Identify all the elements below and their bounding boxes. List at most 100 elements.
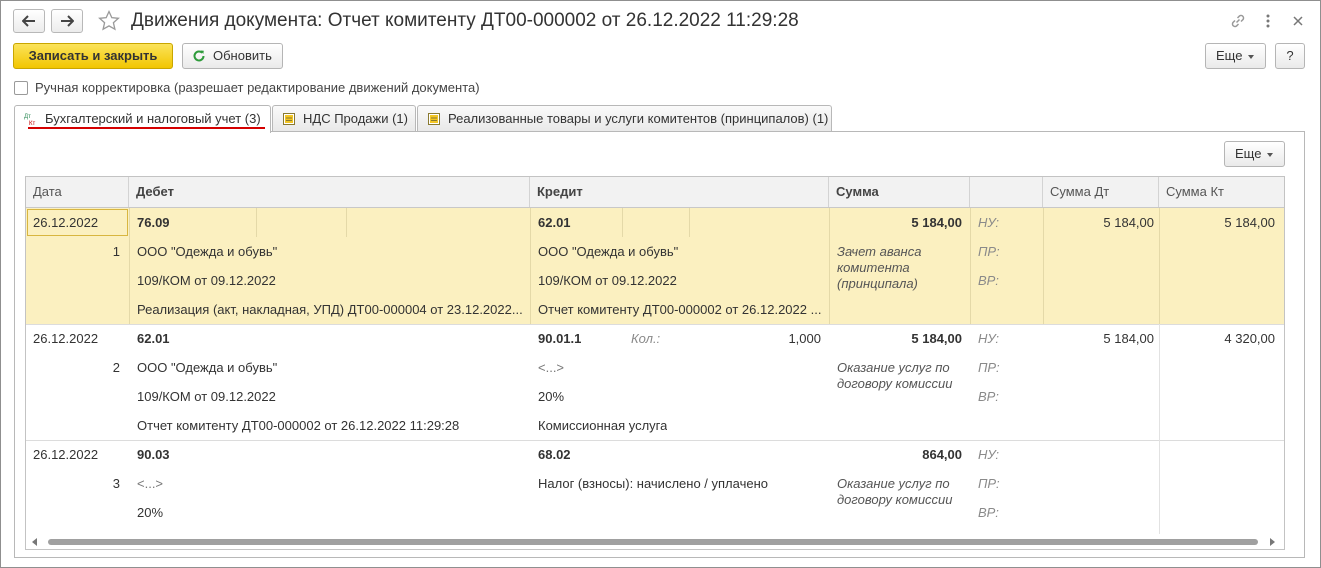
column-separator [129, 208, 130, 324]
debit-subconto: 20% [137, 505, 164, 520]
tax-pr-label: ПР: [978, 360, 1000, 375]
tax-nu-label: НУ: [978, 215, 1000, 230]
tax-vr-label: ВР: [978, 505, 999, 520]
tax-nu-label: НУ: [978, 331, 1000, 346]
debit-account: 90.03 [137, 447, 170, 462]
tab-label: Реализованные товары и услуги комитентов… [448, 111, 829, 126]
sum-kt-cell: 4 320,00 [1224, 331, 1275, 346]
tax-vr-label: ВР: [978, 273, 999, 288]
save-and-close-button[interactable]: Записать и закрыть [13, 43, 173, 69]
amount-cell: 5 184,00 [911, 215, 962, 230]
column-header-sum-dt[interactable]: Сумма Дт [1043, 177, 1159, 207]
window-title: Движения документа: Отчет комитенту ДТ00… [131, 10, 799, 31]
column-separator [689, 208, 690, 237]
forward-button[interactable] [51, 9, 83, 33]
date-cell: 26.12.2022 [33, 447, 99, 462]
chevron-down-icon [1248, 54, 1255, 59]
column-header-tax-type[interactable] [970, 177, 1043, 207]
debit-subconto: ООО "Одежда и обувь" [137, 360, 278, 375]
table-more-button[interactable]: Еще [1224, 141, 1285, 167]
credit-subconto: <...> [538, 360, 565, 375]
close-icon[interactable] [1288, 11, 1308, 31]
table-more-label: Еще [1235, 146, 1262, 161]
amount-cell: 5 184,00 [911, 331, 962, 346]
quantity-label: Кол.: [631, 331, 661, 346]
table-header: Дата Дебет Кредит Сумма Сумма Дт Сумма К… [26, 177, 1284, 208]
sum-dt-cell: 5 184,00 [1103, 215, 1154, 230]
credit-subconto: 20% [538, 389, 565, 404]
debit-subconto: 109/КОМ от 09.12.2022 [137, 389, 276, 404]
svg-text:Кт: Кт [29, 121, 35, 126]
column-separator [346, 208, 347, 237]
credit-subconto: ООО "Одежда и обувь" [538, 244, 679, 259]
scrollbar-thumb[interactable] [48, 539, 1258, 545]
row-number: 2 [112, 360, 120, 375]
debit-account: 62.01 [137, 331, 170, 346]
operation-content: Оказание услуг по договору комиссии [837, 360, 953, 391]
sum-kt-cell: 5 184,00 [1224, 215, 1275, 230]
arrow-right-icon [61, 15, 74, 27]
active-tab-underline [28, 127, 265, 129]
scroll-left-icon[interactable] [32, 538, 38, 546]
row-number: 1 [112, 244, 120, 259]
debit-subconto: Реализация (акт, накладная, УПД) ДТ00-00… [137, 302, 523, 317]
debit-subconto: Отчет комитенту ДТ00-000002 от 26.12.202… [137, 418, 460, 433]
operation-content: Зачет аванса комитента (принципала) [837, 244, 922, 291]
credit-account: 62.01 [538, 215, 571, 230]
date-cell: 26.12.2022 [33, 331, 99, 346]
register-icon [428, 113, 440, 125]
refresh-button[interactable]: Обновить [182, 43, 283, 69]
link-icon[interactable] [1228, 11, 1248, 31]
sum-dt-cell: 5 184,00 [1103, 331, 1154, 346]
column-header-debit[interactable]: Дебет [129, 177, 530, 207]
tab-label: Бухгалтерский и налоговый учет (3) [45, 111, 261, 126]
credit-subconto: Отчет комитенту ДТ00-000002 от 26.12.202… [538, 302, 822, 317]
debit-subconto: ООО "Одежда и обувь" [137, 244, 278, 259]
tax-vr-label: ВР: [978, 389, 999, 404]
amount-cell: 864,00 [922, 447, 962, 462]
credit-subconto: Налог (взносы): начислено / уплачено [538, 476, 768, 491]
arrow-left-icon [22, 15, 35, 27]
favorite-star-icon[interactable] [97, 9, 121, 33]
table-row[interactable]: 26.12.2022 3 90.03 <...> 20% 68.02 Налог… [26, 440, 1284, 534]
credit-account: 68.02 [538, 447, 571, 462]
refresh-icon [193, 50, 205, 62]
more-menu-button[interactable]: Еще [1205, 43, 1266, 69]
chevron-down-icon [1267, 152, 1274, 157]
tab-commission-goods[interactable]: Реализованные товары и услуги комитентов… [417, 105, 832, 132]
column-header-amount[interactable]: Сумма [829, 177, 970, 207]
more-vertical-icon[interactable] [1258, 11, 1278, 31]
tab-label: НДС Продажи (1) [303, 111, 408, 126]
horizontal-scrollbar[interactable] [26, 534, 1284, 549]
back-button[interactable] [13, 9, 45, 33]
quantity-value: 1,000 [788, 331, 821, 346]
tax-pr-label: ПР: [978, 476, 1000, 491]
tax-pr-label: ПР: [978, 244, 1000, 259]
credit-account: 90.01.1 [538, 331, 582, 346]
table-row[interactable]: 26.12.2022 1 76.09 ООО "Одежда и обувь" … [26, 208, 1284, 324]
credit-subconto: 109/КОМ от 09.12.2022 [538, 273, 677, 288]
column-header-sum-kt[interactable]: Сумма Кт [1159, 177, 1284, 207]
movements-table[interactable]: Дата Дебет Кредит Сумма Сумма Дт Сумма К… [25, 176, 1285, 550]
refresh-label: Обновить [213, 48, 272, 63]
tab-vat-sales[interactable]: НДС Продажи (1) [272, 105, 416, 132]
column-header-date[interactable]: Дата [26, 177, 129, 207]
column-header-credit[interactable]: Кредит [530, 177, 829, 207]
tax-nu-label: НУ: [978, 447, 1000, 462]
column-separator [1159, 440, 1160, 534]
table-row[interactable]: 26.12.2022 2 62.01 ООО "Одежда и обувь" … [26, 324, 1284, 440]
help-button[interactable]: ? [1275, 43, 1305, 69]
scroll-right-icon[interactable] [1270, 538, 1276, 546]
manual-correction-label: Ручная корректировка (разрешает редактир… [35, 80, 480, 95]
debit-account: 76.09 [137, 215, 170, 230]
column-separator [622, 208, 623, 237]
date-cell: 26.12.2022 [33, 215, 99, 230]
column-separator [530, 208, 531, 324]
document-movements-window: Движения документа: Отчет комитенту ДТ00… [0, 0, 1321, 568]
debit-subconto: 109/КОМ от 09.12.2022 [137, 273, 276, 288]
column-separator [256, 208, 257, 237]
column-separator [970, 208, 971, 324]
dt-kt-icon: Дт Кт [24, 114, 35, 126]
manual-correction-checkbox[interactable] [14, 81, 28, 95]
register-icon [283, 113, 295, 125]
